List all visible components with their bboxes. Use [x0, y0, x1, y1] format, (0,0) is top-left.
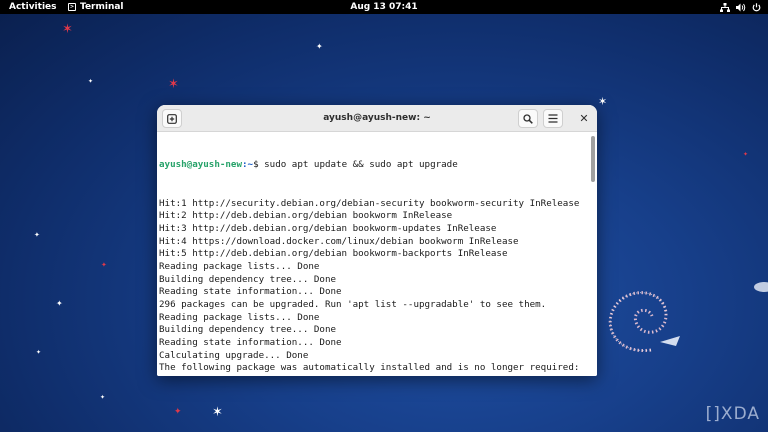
output-line: Reading state information... Done [159, 337, 342, 349]
terminal-output: ayush@ayush-new:~$ sudo apt update && su… [159, 134, 579, 376]
output-line: Building dependency tree... Done [159, 273, 337, 285]
activities-button[interactable]: Activities [9, 0, 57, 14]
output-line: Hit:5 http://deb.debian.org/debian bookw… [159, 248, 508, 260]
terminal-content[interactable]: ayush@ayush-new:~$ sudo apt update && su… [157, 133, 597, 376]
new-tab-icon [167, 113, 177, 124]
clock[interactable]: Aug 13 07:41 [350, 2, 417, 12]
star-decoration: ✦ [316, 42, 323, 51]
output-line: Reading state information... Done [159, 286, 342, 298]
xda-watermark: []XDA [705, 404, 760, 424]
star-decoration: ✦ [743, 151, 749, 158]
network-icon [720, 2, 730, 12]
star-decoration: ✶ [598, 95, 608, 108]
search-button[interactable] [518, 109, 538, 128]
volume-icon [736, 3, 746, 11]
star-decoration: ✶ [212, 405, 223, 420]
output-line: Reading package lists... Done [159, 311, 320, 323]
debian-swirl-decoration [608, 291, 680, 352]
star-decoration: ✦ [174, 407, 182, 417]
output-line: libdbus-glib-1-2 [159, 375, 579, 376]
output-line: The following package was automatically … [159, 362, 580, 374]
terminal-window[interactable]: ayush@ayush-new: ~ ✕ ayush@ayush-new:~$ … [157, 105, 597, 376]
close-icon: ✕ [579, 112, 589, 125]
search-icon [523, 113, 533, 124]
star-decoration: ✦ [100, 394, 106, 401]
header-bar[interactable]: ayush@ayush-new: ~ ✕ [157, 105, 597, 132]
system-status-menu[interactable] [720, 0, 761, 14]
menu-button[interactable] [543, 109, 563, 128]
output-line: Calculating upgrade... Done [159, 349, 309, 361]
star-decoration: ✦ [34, 231, 40, 239]
output-line: Hit:4 https://download.docker.com/linux/… [159, 235, 519, 247]
prompt-user: ayush@ayush-new [159, 159, 242, 171]
output-line: Hit:1 http://security.debian.org/debian-… [159, 197, 580, 209]
close-button[interactable]: ✕ [574, 109, 594, 128]
output-line: Hit:3 http://deb.debian.org/debian bookw… [159, 222, 497, 234]
output-line: Building dependency tree... Done [159, 324, 337, 336]
hamburger-menu-icon [548, 114, 558, 123]
power-icon [752, 2, 761, 11]
star-decoration: ✶ [168, 77, 179, 92]
star-decoration: ✦ [36, 349, 42, 356]
scrollbar[interactable] [591, 136, 595, 182]
window-title: ayush@ayush-new: ~ [323, 112, 431, 123]
command-text: sudo apt update && sudo apt upgrade [264, 159, 458, 171]
output-line: Hit:2 http://deb.debian.org/debian bookw… [159, 210, 453, 222]
prompt-symbol: $ [253, 159, 265, 171]
star-decoration: ✦ [56, 299, 63, 308]
star-decoration: ✶ [62, 22, 73, 37]
output-line: Reading package lists... Done [159, 260, 320, 272]
new-tab-button[interactable] [162, 109, 182, 128]
star-decoration: ✦ [101, 261, 107, 269]
top-bar: Activities > Terminal Aug 13 07:41 [0, 0, 768, 14]
prompt-line: ayush@ayush-new:~$ sudo apt update && su… [159, 159, 579, 172]
prompt-path: :~ [241, 159, 254, 171]
terminal-icon: > [68, 3, 76, 11]
app-name: Terminal [80, 2, 124, 12]
planet-decoration [754, 282, 768, 292]
app-menu[interactable]: > Terminal [68, 0, 124, 14]
star-decoration: ✦ [88, 78, 94, 85]
output-line: 296 packages can be upgraded. Run 'apt l… [159, 299, 547, 310]
